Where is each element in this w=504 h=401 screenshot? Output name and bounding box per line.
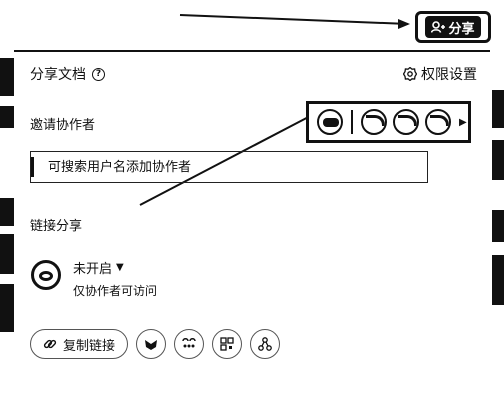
qrcode-icon xyxy=(220,337,234,351)
wechat-share-button[interactable] xyxy=(136,329,167,359)
wechat-icon xyxy=(145,340,158,350)
link-status-description: 仅协作者可访问 xyxy=(73,284,158,298)
contacts-share-button[interactable] xyxy=(174,329,205,359)
link-icon xyxy=(43,339,57,349)
share-tree-icon xyxy=(258,337,272,351)
link-status-dropdown[interactable]: 未开启 ▼ xyxy=(73,258,124,277)
avatar-divider xyxy=(351,110,353,134)
chevron-right-icon[interactable]: ▶ xyxy=(459,117,467,128)
link-status-label: 未开启 xyxy=(73,262,113,277)
collaborator-avatar[interactable] xyxy=(425,109,451,135)
collaborator-avatars[interactable]: ▶ xyxy=(306,101,471,143)
qrcode-share-button[interactable] xyxy=(212,329,243,359)
copy-link-label: 复制链接 xyxy=(63,338,116,354)
copy-link-button[interactable]: 复制链接 xyxy=(30,329,129,359)
collaborator-avatar[interactable] xyxy=(393,109,419,135)
collaborator-avatar[interactable] xyxy=(361,109,387,135)
caret-down-icon: ▼ xyxy=(116,262,124,273)
link-share-title: 链接分享 xyxy=(30,219,83,234)
gear-icon xyxy=(403,67,417,81)
collaborator-search xyxy=(30,151,428,183)
permission-settings-button[interactable]: 权限设置 xyxy=(403,64,477,84)
help-icon[interactable]: ? xyxy=(92,67,105,81)
permission-settings-label: 权限设置 xyxy=(421,67,477,83)
invite-collaborators-label: 邀请协作者 xyxy=(30,118,96,133)
contacts-icon xyxy=(182,338,196,348)
search-input-accent xyxy=(31,157,34,177)
panel-title-text: 分享文档 xyxy=(30,67,86,83)
more-share-button[interactable] xyxy=(250,329,281,359)
search-input[interactable] xyxy=(46,158,410,176)
link-share-icon xyxy=(31,260,61,290)
share-actions: 复制链接 xyxy=(30,329,281,359)
owner-avatar[interactable] xyxy=(317,109,343,135)
panel-top-border xyxy=(14,50,490,52)
panel-title: 分享文档 ? xyxy=(30,64,105,84)
